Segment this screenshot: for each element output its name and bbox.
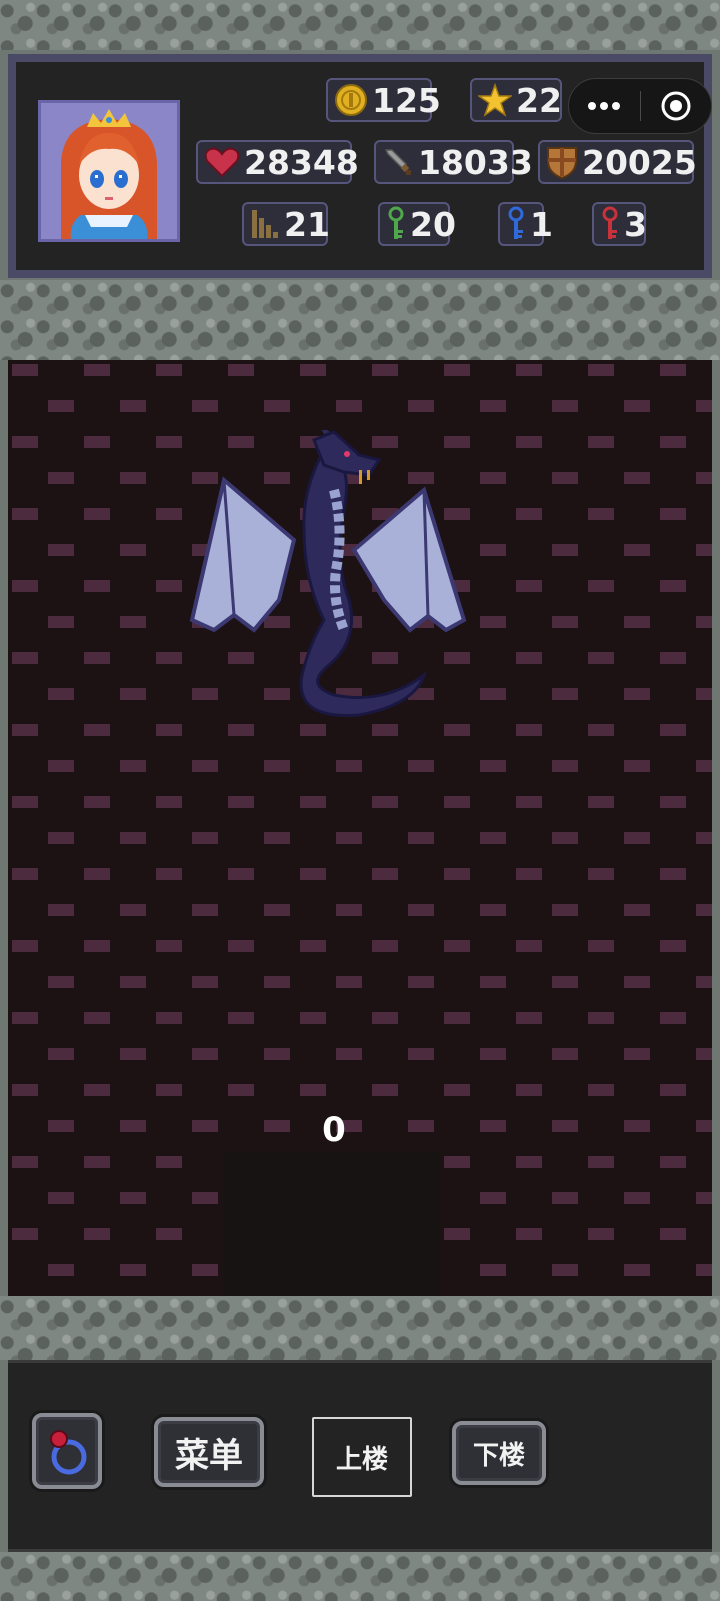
gold-coin-icon bbox=[335, 84, 367, 116]
close-miniapp-button[interactable] bbox=[641, 79, 712, 133]
stone-wall-mid bbox=[0, 280, 720, 360]
heart-icon bbox=[204, 147, 240, 178]
menu-button[interactable]: 菜单 bbox=[154, 1417, 264, 1487]
defense-counter: 20025 bbox=[538, 140, 697, 184]
attack-value: 18033 bbox=[418, 142, 533, 182]
floor-counter: 21 bbox=[242, 202, 330, 246]
stone-wall-top bbox=[0, 0, 720, 50]
blue-key-icon bbox=[508, 206, 524, 239]
hp-value: 28348 bbox=[244, 142, 359, 182]
sword-icon bbox=[384, 149, 411, 175]
stone-wall-bottom bbox=[0, 1552, 720, 1601]
status-panel-inner: 125 22 28348 18033 20025 21 20 1 3 bbox=[16, 62, 712, 270]
red-key-counter: 3 bbox=[592, 202, 647, 246]
star-value: 22 bbox=[516, 80, 562, 120]
green-key-value: 20 bbox=[410, 204, 456, 244]
red-key-icon bbox=[602, 206, 618, 239]
ring-button[interactable] bbox=[32, 1413, 102, 1489]
red-key-value: 3 bbox=[624, 204, 647, 244]
hp-counter: 28348 bbox=[196, 140, 359, 184]
control-bar: 菜单 上楼 下楼 bbox=[8, 1360, 712, 1552]
star-icon bbox=[478, 83, 512, 117]
gold-value: 125 bbox=[372, 80, 441, 120]
ellipsis-icon bbox=[588, 102, 621, 110]
blue-key-value: 1 bbox=[530, 204, 553, 244]
game-board[interactable]: 0 bbox=[8, 360, 712, 1296]
green-key-counter: 20 bbox=[378, 202, 456, 246]
gold-counter: 125 bbox=[326, 78, 441, 122]
stone-wall-low bbox=[0, 1296, 720, 1360]
miniapp-capsule bbox=[568, 78, 712, 134]
go-upstairs-button[interactable]: 上楼 bbox=[312, 1417, 412, 1497]
damage-estimate: 0 bbox=[322, 1110, 346, 1150]
defense-value: 20025 bbox=[582, 142, 697, 182]
more-button[interactable] bbox=[569, 79, 640, 133]
shield-icon bbox=[547, 147, 577, 179]
target-circle-icon bbox=[661, 91, 691, 121]
blue-key-counter: 1 bbox=[498, 202, 553, 246]
ring-icon bbox=[50, 1430, 87, 1475]
go-downstairs-button[interactable]: 下楼 bbox=[452, 1421, 546, 1485]
star-counter: 22 bbox=[470, 78, 562, 122]
stairs-icon bbox=[252, 210, 278, 238]
attack-counter: 18033 bbox=[374, 140, 533, 184]
princess-portrait-icon bbox=[41, 103, 177, 239]
corridor-floor bbox=[224, 1152, 440, 1296]
green-key-icon bbox=[388, 206, 404, 239]
status-panel: 125 22 28348 18033 20025 21 20 1 3 bbox=[8, 54, 712, 278]
hero-portrait[interactable] bbox=[38, 100, 180, 242]
dragon-sprite[interactable] bbox=[184, 430, 484, 730]
floor-value: 21 bbox=[284, 204, 330, 244]
